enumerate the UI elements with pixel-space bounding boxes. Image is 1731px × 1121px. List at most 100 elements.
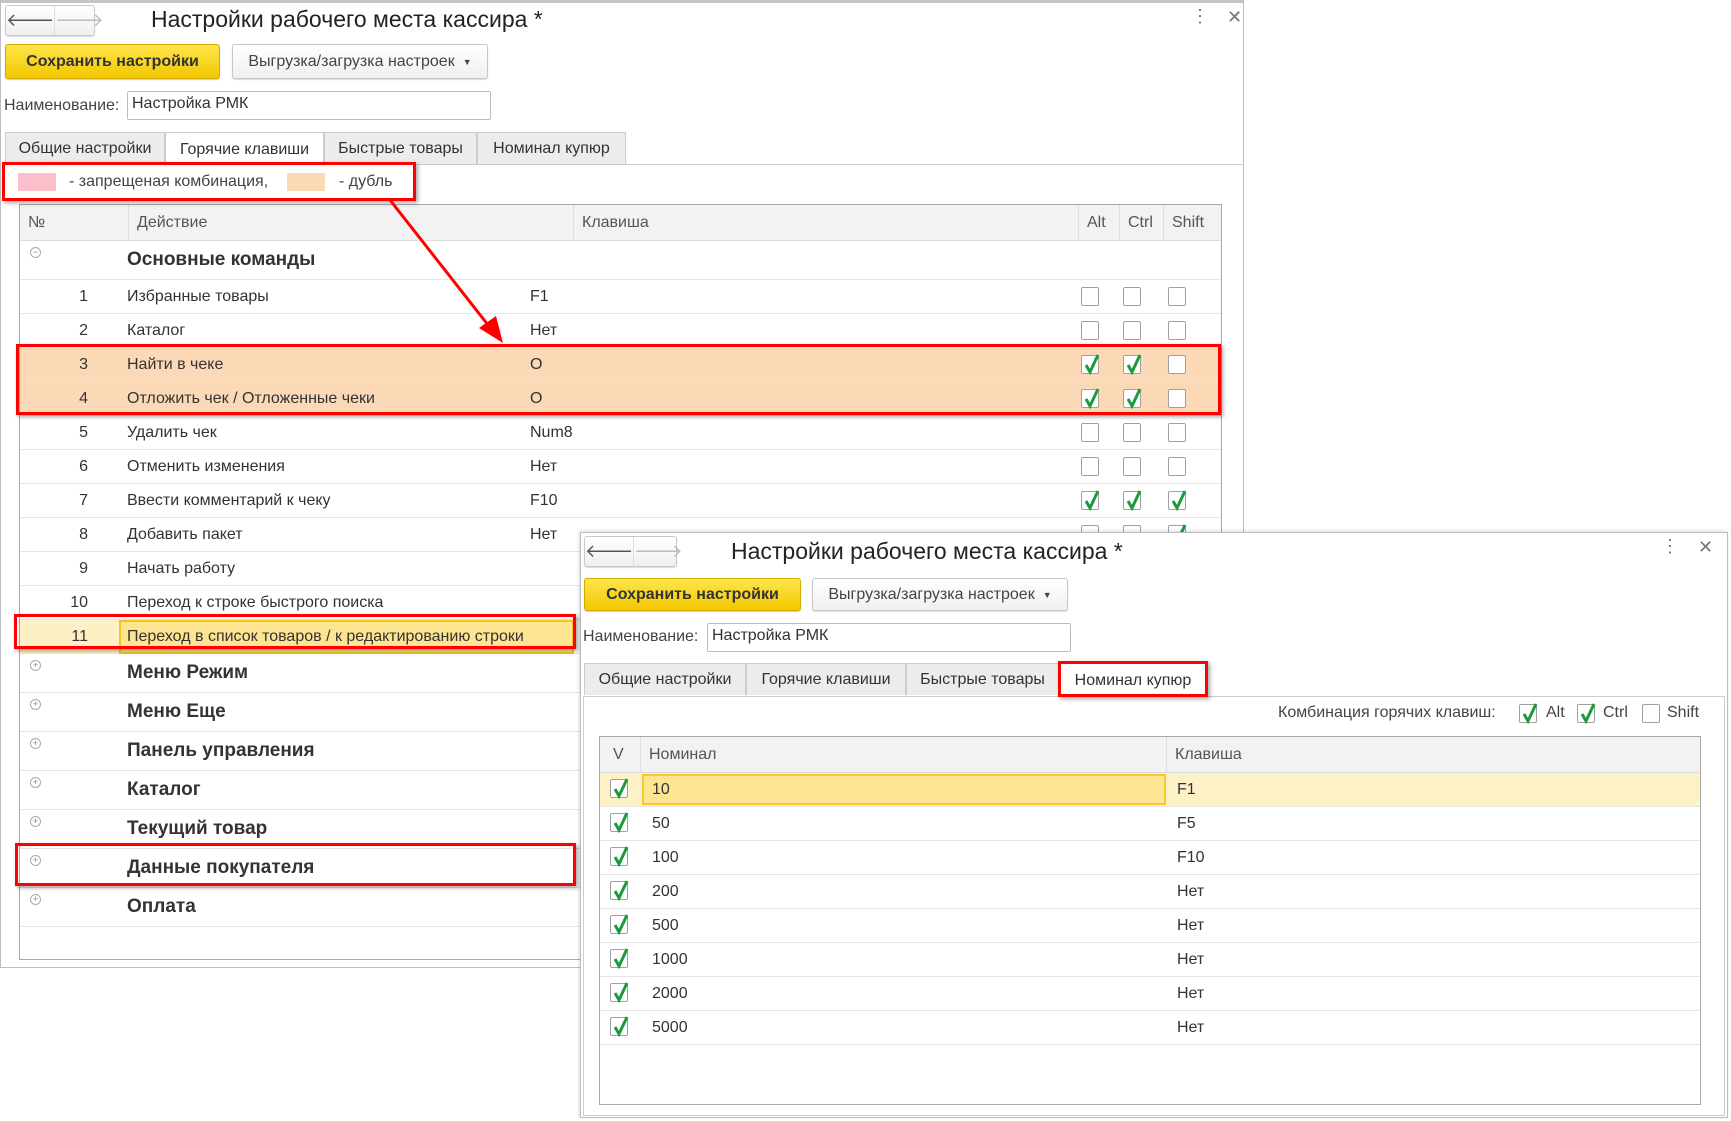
alt-checkbox[interactable] [1081, 321, 1099, 340]
ctrl-checkbox[interactable] [1123, 354, 1142, 375]
banknotes-table: V Номинал Клавиша 10 F1 50 F5 100 F10 200 Нет 50… [599, 736, 1701, 1105]
combo-label: Комбинация горячих клавиш: [1278, 704, 1496, 721]
table-row[interactable]: 2000 Нет [600, 977, 1700, 1011]
table-row[interactable]: 1000 Нет [600, 943, 1700, 977]
ctrl-checkbox[interactable] [1123, 388, 1142, 409]
v-checkbox[interactable] [610, 1016, 629, 1037]
row-nominal: 10 [652, 780, 670, 798]
row-action: Переход в список товаров / к редактирова… [127, 627, 524, 645]
v-checkbox[interactable] [610, 812, 629, 833]
table-row[interactable]: 5 Удалить чек Num8 [20, 416, 1221, 450]
forward-arrow-icon[interactable]: 🡒 [633, 537, 683, 566]
table-row[interactable]: 10 F1 [600, 773, 1700, 807]
expand-icon[interactable]: + [30, 894, 41, 905]
row-action: Ввести комментарий к чеку [127, 491, 331, 509]
group-label: Текущий товар [127, 818, 268, 839]
shift-checkbox[interactable] [1168, 321, 1186, 340]
col-shift[interactable]: Shift [1164, 205, 1221, 241]
group-label: Оплата [127, 896, 196, 917]
shift-checkbox[interactable] [1168, 423, 1186, 442]
row-action: Отменить изменения [127, 457, 285, 475]
v-checkbox[interactable] [610, 778, 629, 799]
v-checkbox[interactable] [610, 846, 629, 867]
col-v[interactable]: V [600, 737, 641, 773]
shift-checkbox[interactable] [1168, 457, 1186, 476]
expand-icon[interactable]: + [30, 855, 41, 866]
combo-ctrl-checkbox[interactable] [1577, 703, 1596, 724]
alt-checkbox[interactable] [1081, 457, 1099, 476]
ctrl-checkbox[interactable] [1123, 287, 1141, 306]
group-label: Данные покупателя [127, 857, 315, 878]
table-row[interactable]: 500 Нет [600, 909, 1700, 943]
annotation-arrow [388, 199, 503, 343]
ctrl-checkbox[interactable] [1123, 457, 1141, 476]
expand-icon[interactable]: + [30, 738, 41, 749]
export-import-button[interactable]: Выгрузка/загрузка настроек ▼ [812, 578, 1068, 611]
col-nominal[interactable]: Номинал [641, 737, 1167, 773]
v-checkbox[interactable] [610, 880, 629, 901]
row-nominal: 200 [652, 882, 679, 900]
alt-checkbox[interactable] [1081, 287, 1099, 306]
table-row[interactable]: 6 Отменить изменения Нет [20, 450, 1221, 484]
arrow-line [388, 199, 494, 331]
more-menu-icon[interactable]: ⋮ [1191, 6, 1209, 27]
alt-checkbox[interactable] [1081, 423, 1099, 442]
v-checkbox[interactable] [610, 948, 629, 969]
shift-checkbox[interactable] [1168, 355, 1186, 374]
expand-icon[interactable]: + [30, 777, 41, 788]
shift-checkbox[interactable] [1168, 490, 1187, 511]
row-action: Начать работу [127, 559, 236, 577]
table-row[interactable]: 200 Нет [600, 875, 1700, 909]
expand-icon[interactable]: + [30, 660, 41, 671]
alt-checkbox[interactable] [1081, 354, 1100, 375]
combo-alt-label: Alt [1546, 704, 1565, 721]
table-row[interactable]: 100 F10 [600, 841, 1700, 875]
group-label: Меню Еще [127, 701, 226, 722]
combo-shift-checkbox[interactable] [1642, 704, 1660, 723]
table-row[interactable]: 5000 Нет [600, 1011, 1700, 1045]
close-icon[interactable]: ✕ [1227, 7, 1242, 28]
shift-checkbox[interactable] [1168, 389, 1186, 408]
name-input[interactable]: Настройка РМК [707, 623, 1071, 652]
alt-checkbox[interactable] [1081, 490, 1100, 511]
row-action: Удалить чек [127, 423, 217, 441]
tab-divider [583, 696, 1725, 697]
tab-1[interactable]: Общие настройки [584, 663, 746, 695]
row-number: 8 [79, 525, 88, 543]
ctrl-checkbox[interactable] [1123, 490, 1142, 511]
close-icon[interactable]: ✕ [1698, 537, 1713, 558]
col-key[interactable]: Клавиша [574, 205, 1079, 241]
row-number: 6 [79, 457, 88, 475]
col-key[interactable]: Клавиша [1167, 737, 1700, 773]
group-label: Меню Режим [127, 662, 249, 683]
selected-cell-bg [642, 774, 1166, 805]
v-checkbox[interactable] [610, 914, 629, 935]
ctrl-checkbox[interactable] [1123, 321, 1141, 340]
ctrl-checkbox[interactable] [1123, 423, 1141, 442]
table-row[interactable]: 7 Ввести комментарий к чеку F10 [20, 484, 1221, 518]
combo-alt-checkbox[interactable] [1519, 703, 1538, 724]
row-action: Переход к строке быстрого поиска [127, 593, 384, 611]
shift-checkbox[interactable] [1168, 287, 1186, 306]
col-ctrl[interactable]: Ctrl [1120, 205, 1164, 241]
tab-3[interactable]: Быстрые товары [906, 663, 1059, 695]
tab-4[interactable]: Номинал купюр [1059, 663, 1207, 697]
alt-checkbox[interactable] [1081, 388, 1100, 409]
table-row[interactable]: 50 F5 [600, 807, 1700, 841]
tab-2[interactable]: Горячие клавиши [746, 663, 906, 695]
row-nominal: 2000 [652, 984, 688, 1002]
back-arrow-icon[interactable]: 🡐 [585, 537, 633, 566]
group-label: Каталог [127, 779, 201, 800]
v-checkbox[interactable] [610, 982, 629, 1003]
row-number: 9 [79, 559, 88, 577]
save-settings-button[interactable]: Сохранить настройки [584, 578, 801, 611]
expand-icon[interactable]: + [30, 699, 41, 710]
row-key: F5 [1177, 814, 1196, 832]
group-label: Панель управления [127, 740, 315, 761]
col-alt[interactable]: Alt [1079, 205, 1120, 241]
row-key: Нет [530, 457, 558, 475]
export-import-label: Выгрузка/загрузка настроек [828, 585, 1035, 603]
more-menu-icon[interactable]: ⋮ [1661, 536, 1679, 557]
row-key: F10 [1177, 848, 1205, 866]
expand-icon[interactable]: + [30, 816, 41, 827]
